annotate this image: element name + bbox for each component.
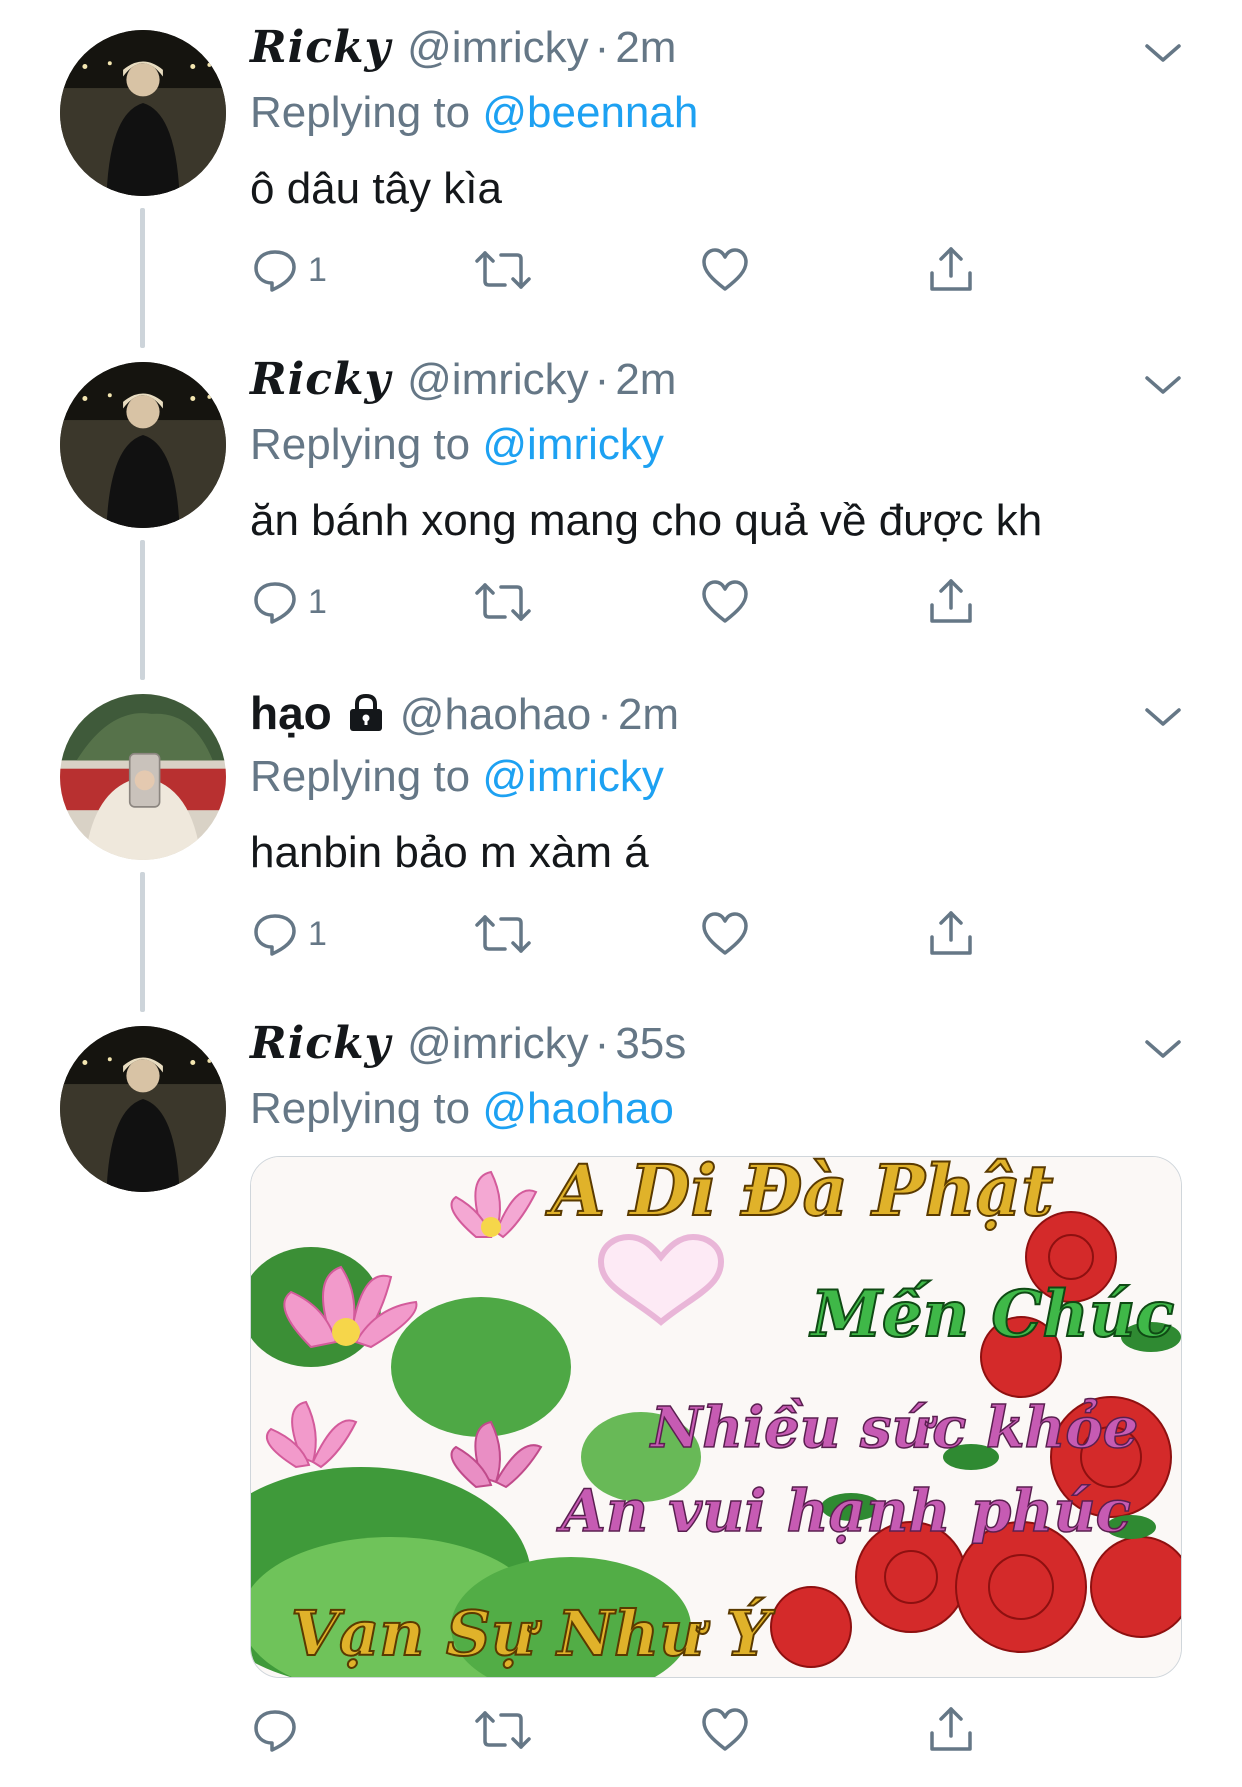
chevron-down-icon[interactable]	[1143, 370, 1183, 400]
share-icon	[930, 911, 972, 955]
avatar-photo-icon	[60, 30, 226, 196]
avatar-photo-icon	[60, 362, 226, 528]
image-caption-line-3: Nhiều sức khỏe	[650, 1394, 1139, 1462]
timestamp[interactable]: 2m	[615, 355, 676, 405]
handle[interactable]: @imricky	[407, 355, 589, 405]
share-icon	[930, 1707, 972, 1751]
reply-button[interactable]: 1	[250, 572, 327, 632]
like-button[interactable]	[700, 240, 750, 300]
share-button[interactable]	[926, 240, 976, 300]
share-button[interactable]	[926, 1700, 976, 1760]
replying-prefix: Replying to	[250, 88, 471, 137]
display-name[interactable]: hạo	[250, 686, 332, 740]
reply-button[interactable]: 1	[250, 904, 327, 964]
like-button[interactable]	[700, 1700, 750, 1760]
separator-dot: ·	[594, 1019, 610, 1068]
reply-button[interactable]: 1	[250, 240, 327, 300]
image-caption-line-2: Mến Chúc	[810, 1276, 1175, 1353]
replying-line: Replying to @imricky	[250, 752, 664, 802]
tweet-text: hanbin bảo m xàm á	[250, 828, 649, 877]
replying-to-link[interactable]: @haohao	[482, 1084, 674, 1133]
retweet-button[interactable]	[475, 240, 531, 300]
avatar[interactable]	[60, 30, 226, 196]
retweet-icon	[475, 251, 531, 289]
avatar[interactable]	[60, 362, 226, 528]
retweet-button[interactable]	[475, 904, 531, 964]
timestamp[interactable]: 35s	[615, 1019, 686, 1069]
thread-line	[140, 540, 145, 680]
action-bar: 1	[250, 240, 1010, 300]
retweet-icon	[475, 583, 531, 621]
retweet-icon	[475, 915, 531, 953]
replying-line: Replying to @haohao	[250, 1084, 674, 1134]
chevron-down-icon[interactable]	[1143, 702, 1183, 732]
reply-icon	[254, 582, 296, 624]
retweet-button[interactable]	[475, 1700, 531, 1760]
separator-dot: ·	[594, 355, 610, 404]
share-icon	[930, 247, 972, 291]
like-icon	[702, 912, 748, 955]
reply-count: 1	[308, 250, 327, 289]
separator-dot: ·	[594, 23, 610, 72]
display-name[interactable]: Ricky	[250, 354, 391, 405]
like-button[interactable]	[700, 904, 750, 964]
reply-count: 1	[308, 914, 327, 953]
reply-icon	[254, 1710, 296, 1752]
image-caption-line-4: An vui hạnh phúc	[560, 1476, 1131, 1546]
avatar-photo-icon	[60, 694, 226, 860]
retweet-icon	[475, 1711, 531, 1749]
image-caption-line-5: Vạn Sự Như Ý	[290, 1596, 771, 1671]
handle[interactable]: @imricky	[407, 23, 589, 73]
replying-prefix: Replying to	[250, 752, 471, 801]
like-icon	[702, 1708, 748, 1751]
tweet-image[interactable]: A Di Đà Phật Mến Chúc Nhiều sức khỏe An …	[250, 1156, 1182, 1678]
like-icon	[702, 580, 748, 623]
chevron-down-icon[interactable]	[1143, 1034, 1183, 1064]
share-button[interactable]	[926, 904, 976, 964]
thread-line	[140, 872, 145, 1012]
replying-line: Replying to @beennah	[250, 88, 698, 138]
handle[interactable]: @haohao	[400, 690, 592, 740]
timestamp[interactable]: 2m	[615, 23, 676, 73]
replying-prefix: Replying to	[250, 420, 471, 469]
tweet-text: ô dâu tây kìa	[250, 164, 502, 213]
avatar[interactable]	[60, 694, 226, 860]
tweet-text: ăn bánh xong mang cho quả về được kh	[250, 496, 1043, 545]
thread-line	[140, 208, 145, 348]
share-button[interactable]	[926, 572, 976, 632]
timestamp[interactable]: 2m	[618, 690, 679, 740]
separator-dot: ·	[597, 690, 612, 739]
action-bar: 1	[250, 572, 1010, 632]
action-bar: 1	[250, 904, 1010, 964]
lock-icon	[349, 693, 382, 731]
chevron-down-icon[interactable]	[1143, 38, 1183, 68]
replying-to-link[interactable]: @imricky	[482, 420, 664, 469]
avatar-photo-icon	[60, 1026, 226, 1192]
handle[interactable]: @imricky	[407, 1019, 589, 1069]
image-caption-line-1: A Di Đà Phật	[550, 1156, 1054, 1233]
replying-to-link[interactable]: @beennah	[482, 88, 698, 137]
retweet-button[interactable]	[475, 572, 531, 632]
reply-count: 1	[308, 582, 327, 621]
reply-icon	[254, 914, 296, 956]
replying-to-link[interactable]: @imricky	[482, 752, 664, 801]
display-name[interactable]: Ricky	[250, 1018, 391, 1069]
replying-prefix: Replying to	[250, 1084, 471, 1133]
reply-button[interactable]	[250, 1700, 308, 1760]
display-name[interactable]: Ricky	[250, 22, 391, 73]
reply-icon	[254, 250, 296, 292]
like-icon	[702, 248, 748, 291]
share-icon	[930, 579, 972, 623]
action-bar	[250, 1700, 1010, 1760]
avatar[interactable]	[60, 1026, 226, 1192]
like-button[interactable]	[700, 572, 750, 632]
replying-line: Replying to @imricky	[250, 420, 664, 470]
